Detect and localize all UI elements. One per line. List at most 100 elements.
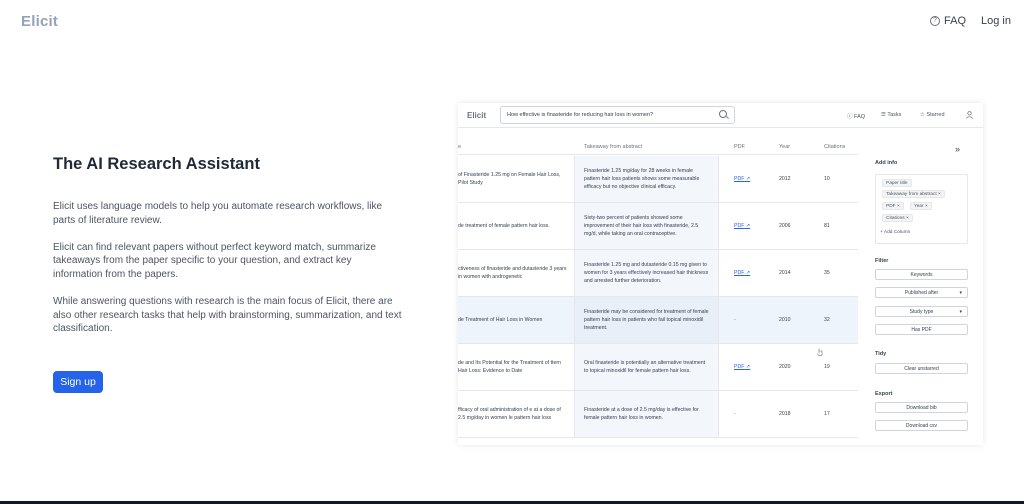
collapse-panel-icon[interactable]: » [955,144,960,154]
hero-paragraph-3: While answering questions with research … [53,295,402,335]
takeaway-text: Finasteride at a dose of 2.5 mg/day is e… [584,407,699,421]
search-query: How effective is finasteride for reducin… [507,112,654,118]
add-column-button[interactable]: + Add Column [880,230,910,235]
study-type-label: Study type [909,309,934,315]
published-after-dropdown[interactable]: Published after ▾ [875,287,968,298]
citations-cell: 32 [824,317,830,323]
takeaway-cell: Oral finasteride is potentially an alter… [574,344,719,390]
remove-icon[interactable]: × [906,216,909,221]
citations-cell: 19 [824,364,830,370]
pdf-unavailable: - [734,317,736,323]
year-cell: 2020 [779,364,791,370]
takeaway-text: Finasteride 1.25 mg and dutasteride 0.15… [584,262,709,284]
question-circle-icon: ? [930,16,940,26]
year-cell: 2018 [779,411,791,417]
table-row[interactable]: ctiveness of finasteride and dutasteride… [458,250,858,297]
takeaway-text: Finasteride 1.25 mg/day for 28 weeks in … [584,168,700,190]
column-chip[interactable]: Paper title [882,179,912,187]
table-row[interactable]: fficacy of oral administration of e at a… [458,391,858,438]
year-cell: 2012 [779,176,791,182]
column-chip[interactable]: Takeaway from abstract × [882,190,945,198]
pdf-link[interactable]: PDF ↗ [734,223,750,229]
chevron-down-icon: ▾ [959,290,962,296]
app-logo: Elicit [467,111,487,120]
table-row[interactable]: de Treatment of Hair Loss in Women Finas… [458,297,858,344]
remove-icon[interactable]: × [897,204,900,209]
elicit-logo[interactable]: Elicit [21,13,58,30]
filter-heading: Filter [875,258,889,264]
faq-label: FAQ [944,15,967,27]
pdf-link[interactable]: PDF ↗ [734,270,750,276]
search-input[interactable]: How effective is finasteride for reducin… [500,106,735,124]
app-header: Elicit How effective is finasteride for … [458,103,983,128]
keywords-button[interactable]: Keywords [875,269,968,280]
pdf-label: PDF [734,270,745,276]
remove-icon[interactable]: × [938,192,941,197]
hero-title: The AI Research Assistant [53,155,260,173]
hero-paragraph-2: Elicit can find relevant papers without … [53,241,376,280]
hero-paragraph-1: Elicit uses language models to help you … [53,201,383,226]
app-faq-label: FAQ [854,114,866,120]
pdf-unavailable: - [734,411,736,417]
col-pdf[interactable]: PDF [734,144,745,150]
takeaway-text: Sixty-two percent of patients showed som… [584,215,699,237]
app-preview: Elicit How effective is finasteride for … [458,103,983,445]
clear-unstarred-button[interactable]: Clear unstarred [875,363,968,374]
citations-cell: 17 [824,411,830,417]
study-type-dropdown[interactable]: Study type ▾ [875,306,968,317]
search-icon[interactable] [719,110,727,118]
col-title[interactable]: e [458,144,461,150]
tidy-heading: Tidy [875,351,887,357]
paper-title[interactable]: fficacy of oral administration of e at a… [458,406,568,422]
chevron-down-icon: ▾ [959,309,962,315]
table-row[interactable]: de treatment of female pattern hair loss… [458,203,858,250]
column-chip[interactable]: Year × [910,202,932,210]
login-link[interactable]: Log in [981,15,1011,27]
faq-link[interactable]: ? FAQ [930,15,966,27]
download-bib-button[interactable]: Download bib [875,402,968,413]
citations-cell: 35 [824,270,830,276]
published-after-label: Published after [904,290,939,296]
hero-section: The AI Research Assistant Elicit uses la… [53,155,403,349]
column-chip[interactable]: Citations × [882,214,913,222]
starred-link[interactable]: ☆ Starred [920,112,945,118]
download-csv-button[interactable]: Download csv [875,420,968,431]
export-heading: Export [875,391,893,397]
citations-cell: 10 [824,176,830,182]
hand-cursor-icon [817,348,823,356]
takeaway-cell: Sixty-two percent of patients showed som… [574,203,719,249]
signup-button[interactable]: Sign up [53,371,103,393]
paper-title[interactable]: of Finasteride 1.25 mg on Female Hair Lo… [458,171,568,187]
starred-label: Starred [926,112,945,118]
citations-cell: 81 [824,223,830,229]
year-cell: 2006 [779,223,791,229]
pdf-link[interactable]: PDF ↗ [734,176,750,182]
top-navigation: Elicit ? FAQ Log in [0,0,1024,42]
paper-title[interactable]: de treatment of female pattern hair loss… [458,222,568,230]
paper-title[interactable]: ctiveness of finasteride and dutasteride… [458,265,568,281]
paper-title[interactable]: de Treatment of Hair Loss in Women [458,316,568,324]
col-takeaway[interactable]: Takeaway from abstract [584,144,642,150]
has-pdf-button[interactable]: Has PDF [875,324,968,335]
app-faq-link[interactable]: ⓘ FAQ [847,112,865,120]
takeaway-cell: Finasteride at a dose of 2.5 mg/day is e… [574,391,719,437]
table-row[interactable]: de and Its Potential for the Treatment o… [458,344,858,391]
takeaway-cell: Finasteride 1.25 mg and dutasteride 0.15… [574,250,719,296]
table-header: e Takeaway from abstract PDF Year Citati… [458,139,858,155]
takeaway-text: Finasteride may be considered for treatm… [584,309,709,331]
pdf-label: PDF [734,364,745,370]
tasks-link[interactable]: ☰ Tasks [881,112,901,118]
col-year[interactable]: Year [779,144,790,150]
col-citations[interactable]: Citations [824,144,845,150]
takeaway-cell: Finasteride 1.25 mg/day for 28 weeks in … [574,156,719,202]
year-cell: 2010 [779,317,791,323]
paper-title[interactable]: de and Its Potential for the Treatment o… [458,359,568,375]
user-icon[interactable] [966,111,973,119]
pdf-link[interactable]: PDF ↗ [734,364,750,370]
pdf-label: PDF [734,176,745,182]
add-info-heading: Add info [875,160,898,166]
pdf-label: PDF [734,223,745,229]
table-row[interactable]: of Finasteride 1.25 mg on Female Hair Lo… [458,156,858,203]
remove-icon[interactable]: × [925,204,928,209]
column-chip[interactable]: PDF × [882,202,904,210]
